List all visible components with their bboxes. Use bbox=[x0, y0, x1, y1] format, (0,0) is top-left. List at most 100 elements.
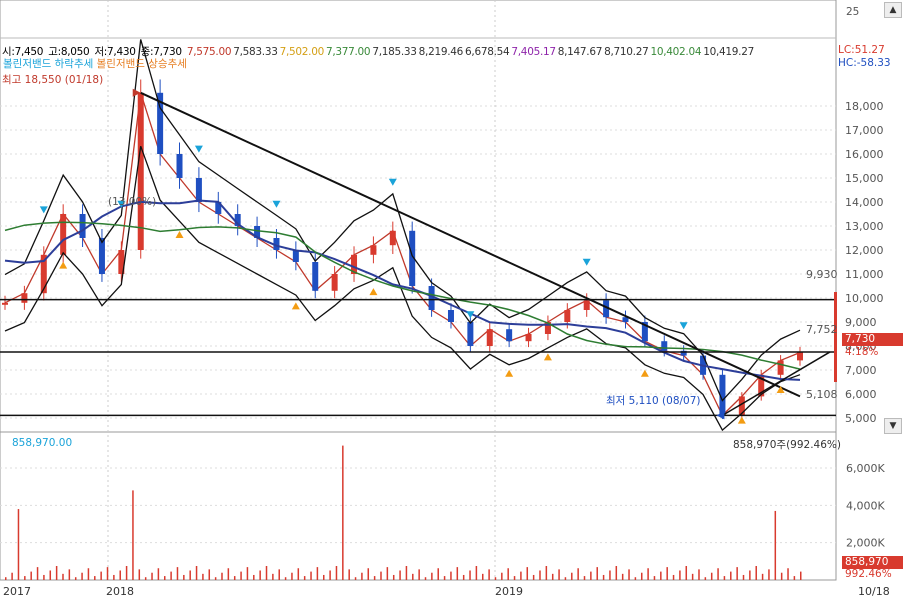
ma-value: 7,575.00 bbox=[186, 46, 232, 58]
volume-bar bbox=[418, 569, 420, 580]
candle-body bbox=[486, 329, 493, 346]
volume-bar bbox=[157, 568, 160, 580]
volume-bar bbox=[253, 574, 255, 580]
level-9930-label: 9,930 bbox=[806, 268, 838, 281]
ma-value: 7,502.00 bbox=[279, 46, 325, 58]
volume-bar bbox=[30, 571, 32, 580]
volume-bar bbox=[660, 571, 662, 580]
volume-bar bbox=[723, 576, 726, 580]
volume-bar bbox=[431, 572, 433, 580]
volume-bar bbox=[49, 570, 52, 580]
volume-bar bbox=[730, 571, 732, 580]
volume-bar bbox=[545, 566, 548, 580]
volume-bar bbox=[450, 571, 452, 580]
volume-bar bbox=[755, 566, 757, 580]
volume-bar bbox=[87, 568, 90, 580]
volume-bar bbox=[36, 567, 39, 580]
volume-bar bbox=[602, 574, 605, 580]
volume-bar bbox=[793, 576, 796, 580]
volume-bar bbox=[278, 569, 280, 580]
candle-body bbox=[525, 334, 532, 342]
volume-axis-label: 6,000K bbox=[846, 462, 885, 475]
volume-bar bbox=[532, 574, 535, 580]
volume-bar bbox=[679, 570, 681, 580]
volume-bar bbox=[571, 572, 573, 580]
volume-bar bbox=[81, 572, 83, 580]
signal-down-label: 볼린저밴드 하락추세 bbox=[3, 58, 94, 70]
volume-bar bbox=[125, 566, 128, 580]
time-axis-label: 10/18 bbox=[858, 585, 890, 598]
volume-bar bbox=[437, 568, 439, 580]
volume-bar bbox=[202, 573, 204, 580]
price-axis-label: 6,000 bbox=[845, 388, 877, 401]
volume-bar bbox=[24, 576, 26, 580]
candle-body bbox=[389, 230, 396, 246]
volume-bar bbox=[17, 509, 20, 580]
volume-bar bbox=[558, 569, 560, 580]
candle-body bbox=[661, 341, 668, 351]
price-axis-label: 9,000 bbox=[845, 316, 877, 329]
volume-bar bbox=[113, 574, 115, 580]
volume-bar bbox=[392, 574, 395, 580]
volume-bar bbox=[94, 576, 96, 580]
volume-bar bbox=[596, 567, 598, 580]
volume-bar bbox=[761, 573, 764, 580]
volume-bar bbox=[297, 568, 300, 580]
volume-bar bbox=[590, 571, 592, 580]
price-axis-label: 15,000 bbox=[845, 172, 884, 185]
volume-bar bbox=[666, 567, 668, 580]
volume-bar bbox=[195, 566, 198, 580]
price-range-bar bbox=[834, 292, 837, 382]
volume-bar bbox=[691, 573, 694, 580]
volume-bar bbox=[342, 445, 344, 580]
volume-bar bbox=[55, 566, 58, 580]
volume-bar bbox=[717, 568, 719, 580]
volume-bar bbox=[176, 567, 179, 580]
volume-bar bbox=[507, 568, 509, 580]
level-7752-label: 7,752 bbox=[806, 323, 838, 336]
volume-bar bbox=[412, 573, 414, 580]
volume-box-pct: 992.46% bbox=[845, 568, 892, 580]
candle-body bbox=[176, 154, 183, 178]
volume-bar bbox=[488, 569, 490, 580]
volume-bar bbox=[119, 570, 121, 580]
volume-bar bbox=[462, 574, 465, 580]
price-axis-label: 14,000 bbox=[845, 196, 884, 209]
volume-bar bbox=[221, 572, 223, 580]
time-axis-label: 2019 bbox=[495, 585, 523, 598]
volume-bar bbox=[405, 566, 408, 580]
volume-bar bbox=[208, 569, 211, 580]
volume-bar bbox=[132, 490, 134, 580]
stock-chart: 18,000 17,000 16,000 15,000 14,000 13,000 12,0… bbox=[0, 0, 903, 600]
volume-bar bbox=[189, 570, 191, 580]
volume-bar bbox=[475, 566, 478, 580]
signal-up-label: 볼린저밴드 상승추세 bbox=[96, 58, 187, 70]
ma-values: 7,575.00 7,583.33 7,502.00 7,377.00 7,185.33… bbox=[187, 46, 756, 58]
volume-bar bbox=[749, 570, 751, 580]
volume-bar bbox=[329, 570, 331, 580]
time-axis-label: 2018 bbox=[106, 585, 134, 598]
top-tick-label: 25 bbox=[846, 6, 860, 18]
ma-value: 8,147.67 bbox=[557, 46, 603, 58]
volume-bar bbox=[151, 572, 153, 580]
ma-value: 6,678.54 bbox=[465, 46, 510, 58]
volume-bar bbox=[348, 569, 350, 580]
chart-canvas: 18,000 17,000 16,000 15,000 14,000 13,000 12,0… bbox=[0, 0, 890, 598]
scroll-up-button[interactable]: ▲ bbox=[884, 2, 902, 18]
volume-bar bbox=[583, 576, 586, 580]
volume-bar bbox=[615, 566, 618, 580]
volume-bar bbox=[800, 571, 802, 580]
volume-bar bbox=[780, 572, 783, 580]
price-axis-label: 5,000 bbox=[845, 412, 877, 425]
volume-bar bbox=[672, 574, 675, 580]
scroll-down-button[interactable]: ▼ bbox=[884, 418, 902, 434]
volume-bar bbox=[367, 568, 370, 580]
price-axis-label: 18,000 bbox=[845, 100, 884, 113]
ma-value: 10,402.04 bbox=[650, 46, 702, 58]
volume-bar bbox=[361, 572, 363, 580]
volume-bar bbox=[335, 566, 338, 580]
candle-body bbox=[137, 92, 144, 250]
price-axis-label: 10,000 bbox=[845, 292, 884, 305]
volume-bar bbox=[310, 571, 312, 580]
volume-bar bbox=[291, 572, 293, 580]
